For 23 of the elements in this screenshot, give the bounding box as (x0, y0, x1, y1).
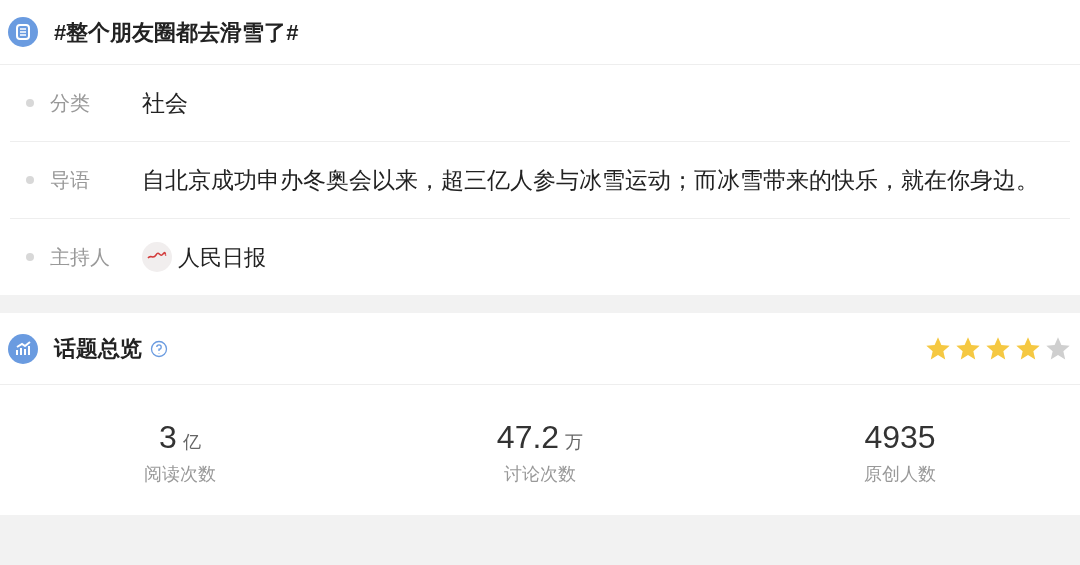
avatar-icon (142, 242, 172, 272)
help-icon[interactable] (150, 339, 168, 358)
chart-icon (8, 333, 38, 364)
field-label: 导语 (50, 168, 90, 193)
topic-title: #整个朋友圈都去滑雪了# (54, 18, 299, 47)
bullet-icon (26, 176, 34, 184)
bullet-icon (26, 99, 34, 107)
stat-value: 47.2 (496, 417, 560, 457)
field-label: 主持人 (50, 245, 110, 270)
section-title: 话题总览 (54, 335, 142, 363)
stat-label: 阅读次数 (144, 462, 216, 486)
field-value: 自北京成功申办冬奥会以来，超三亿人参与冰雪运动；而冰雪带来的快乐，就在你身边。 (142, 166, 1039, 195)
list-icon (8, 17, 38, 47)
stat-label: 讨论次数 (504, 462, 576, 486)
stat-label: 原创人数 (864, 462, 936, 486)
stat-unit: 万 (565, 430, 584, 454)
host-name: 人民日报 (178, 243, 266, 272)
stat-value: 3 (159, 417, 177, 457)
stat-unit: 亿 (182, 430, 201, 454)
bullet-icon (26, 253, 34, 261)
field-value: 社会 (142, 89, 188, 118)
stat-value: 4935 (864, 417, 936, 457)
field-label: 分类 (50, 91, 90, 116)
